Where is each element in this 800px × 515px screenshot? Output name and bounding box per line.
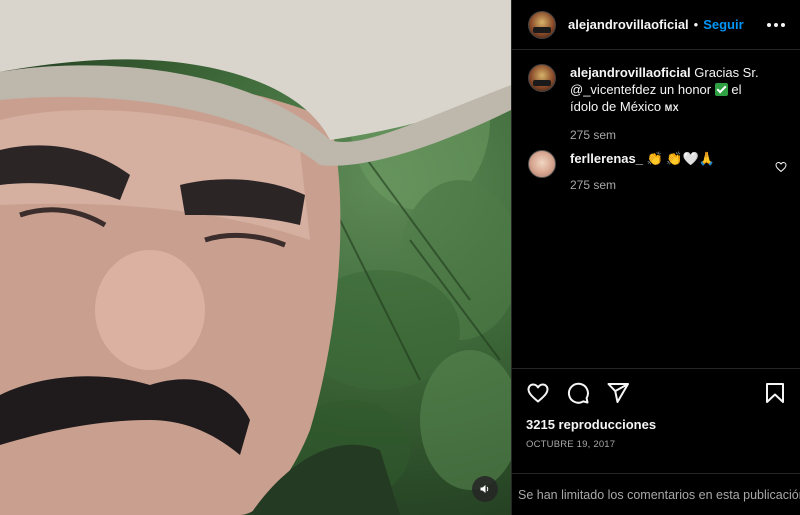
bookmark-icon[interactable] [763,381,787,405]
comments-list: alejandrovillaoficial Gracias Sr. @_vice… [512,50,800,368]
post-date[interactable]: OCTUBRE 19, 2017 [526,439,615,450]
flag-mexico-icon: MX [664,103,680,113]
comment-text: 👏 👏🤍🙏 [646,151,715,166]
author-avatar[interactable] [528,10,556,39]
comment-username[interactable]: ferllerenas_ [570,151,643,166]
comment-icon[interactable] [566,381,590,405]
caption-timestamp[interactable]: 275 sem [570,127,770,144]
post-video[interactable] [0,0,511,515]
comments-limited-text: Se han limitado los comentarios en esta … [518,487,800,502]
mute-button[interactable] [472,476,498,502]
caption-author-avatar[interactable] [528,64,556,92]
comments-disabled-notice: Se han limitado los comentarios en esta … [512,473,800,515]
heart-icon[interactable] [526,381,550,405]
share-icon[interactable] [606,381,630,405]
check-mark-icon [714,83,728,96]
commenter-avatar[interactable] [528,150,556,178]
post-header: alejandrovillaoficial • Seguir [512,0,800,50]
post-actions: 3215 reproducciones OCTUBRE 19, 2017 [512,368,800,473]
caption-item: alejandrovillaoficial Gracias Sr. @_vice… [528,64,796,144]
follow-button[interactable]: Seguir [703,17,743,32]
comment-item: ferllerenas_ 👏 👏🤍🙏 275 sem [528,150,796,194]
caption-username[interactable]: alejandrovillaoficial [570,65,691,80]
view-count[interactable]: 3215 reproducciones [526,417,656,432]
header-separator: • [693,17,699,32]
comment-like-icon[interactable] [775,161,787,173]
more-options-icon[interactable] [767,17,787,33]
video-frame-image [0,0,511,515]
post-sidebar: alejandrovillaoficial • Seguir alejandro… [511,0,800,515]
speaker-icon [480,485,489,493]
comment-timestamp[interactable]: 275 sem [570,177,770,194]
author-username[interactable]: alejandrovillaoficial [568,17,689,32]
